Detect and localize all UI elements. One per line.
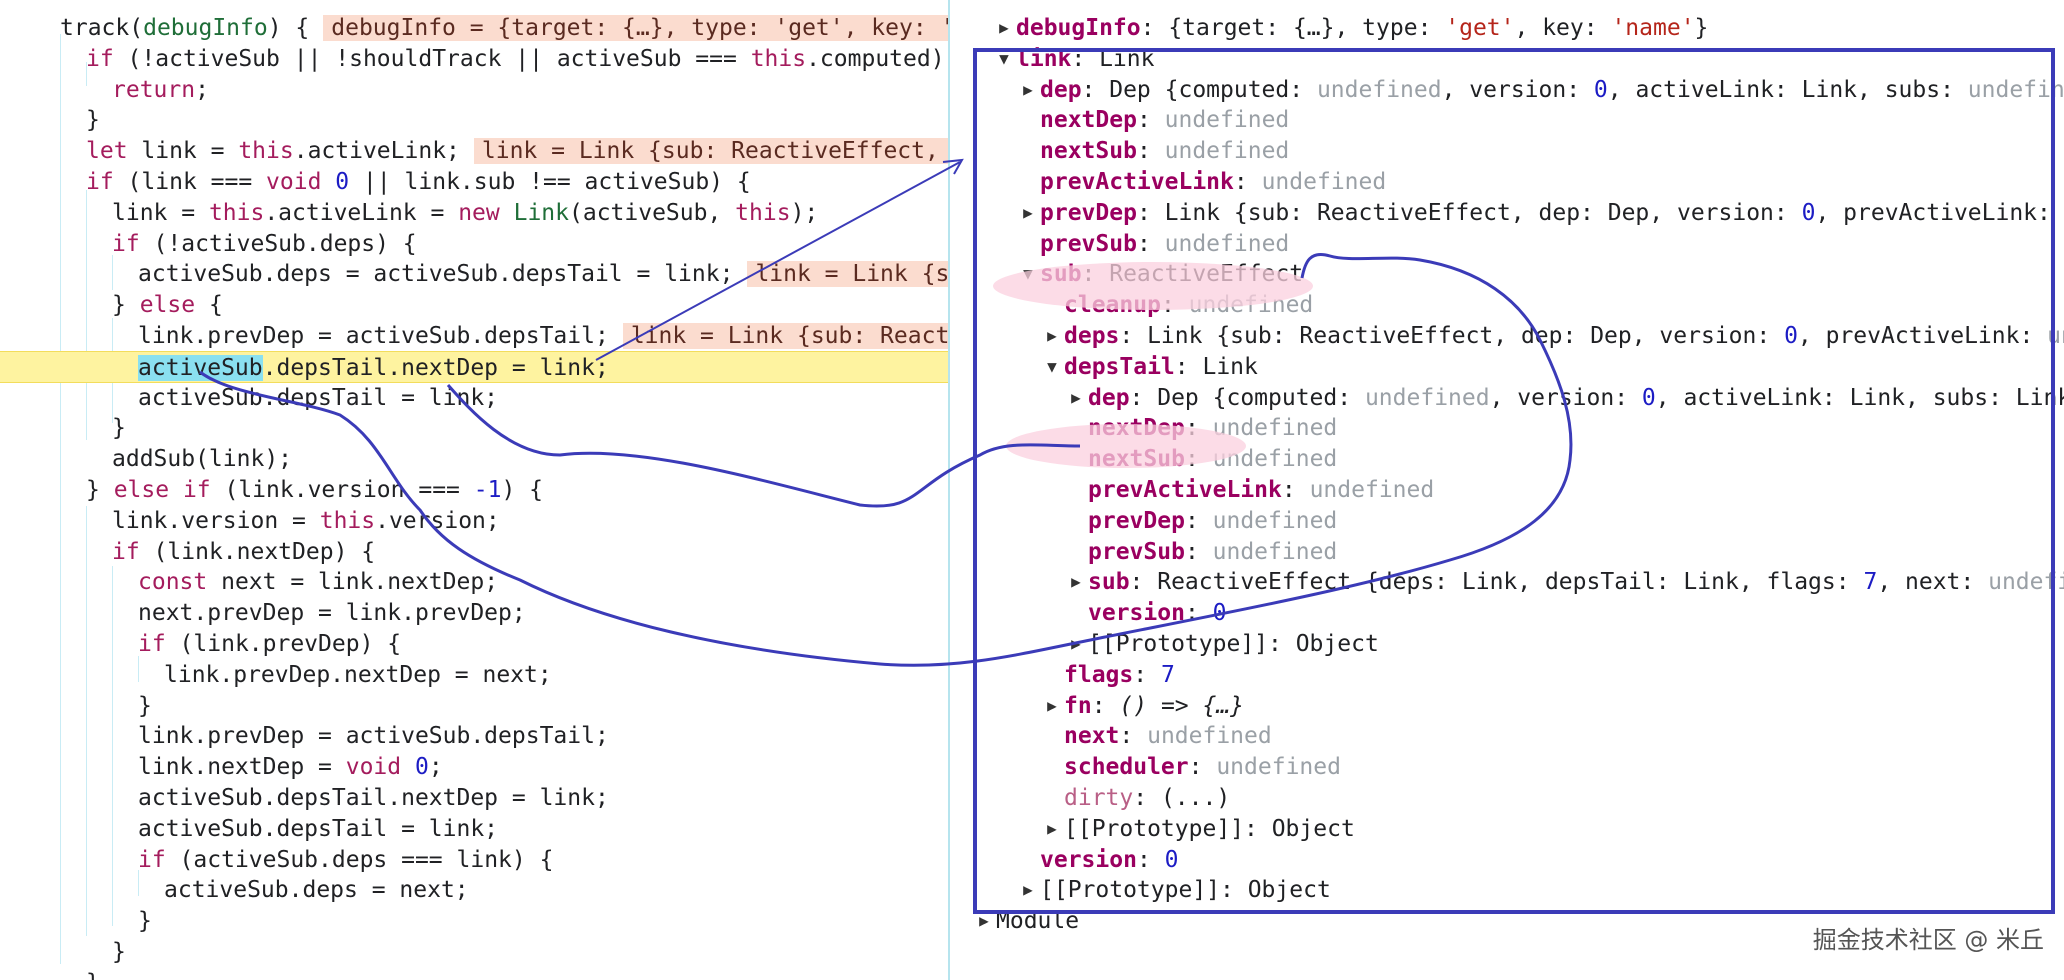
code-line[interactable]: } <box>0 690 948 722</box>
expand-triangle-icon: ▶ <box>1023 202 1033 222</box>
scope-tree-row: prevSub: undefined <box>1088 538 1338 565</box>
scope-tree-row: nextSub: undefined <box>1040 138 1290 165</box>
expand-triangle-icon: ▶ <box>1023 880 1033 900</box>
scope-tree-row: nextDep: undefined <box>1040 107 1290 134</box>
scope-tree-row: nextDep: undefined <box>1088 415 1338 442</box>
code-line[interactable]: } <box>0 905 948 937</box>
expand-triangle-icon: ▶ <box>1023 79 1033 99</box>
code-line[interactable]: activeSub.depsTail.nextDep = link; <box>0 782 948 814</box>
scope-tree-row[interactable]: ▶ [[Prototype]]: Object <box>950 628 2064 660</box>
code-line[interactable]: } <box>0 967 948 980</box>
scope-tree-row: version: 0 <box>1040 846 1179 873</box>
code-line[interactable]: } else { <box>0 289 948 321</box>
expand-triangle-icon: ▶ <box>1071 387 1081 407</box>
scope-tree-row: flags: 7 <box>1064 661 1175 688</box>
scope-tree-row: dirty: (...) <box>1064 785 1231 811</box>
scope-tree-row: nextSub: undefined <box>1088 446 1338 473</box>
code-line[interactable]: } <box>0 412 948 444</box>
code-line[interactable]: link.prevDep = activeSub.depsTail; <box>0 720 948 752</box>
code-line[interactable]: } else if (link.version === -1) { <box>0 474 948 506</box>
scope-tree-row[interactable]: ▶ [[Prototype]]: Object <box>950 874 2064 906</box>
code-line[interactable]: link.prevDep = activeSub.depsTail; link =… <box>0 320 948 352</box>
code-line[interactable]: if (!activeSub || !shouldTrack || active… <box>0 43 948 75</box>
code-line[interactable]: next.prevDep = link.prevDep; <box>0 597 948 629</box>
code-line[interactable]: activeSub.depsTail = link; <box>0 813 948 845</box>
code-line[interactable]: link.prevDep.nextDep = next; <box>0 659 948 691</box>
code-line[interactable]: activeSub.deps = next; <box>0 874 948 906</box>
scope-tree-row[interactable]: ▶ dep: Dep {computed: undefined, version:… <box>950 382 2064 414</box>
scope-tree-row[interactable]: ▶ deps: Link {sub: ReactiveEffect, dep: D… <box>950 320 2064 352</box>
code-line[interactable]: } <box>0 936 948 968</box>
scope-tree-row[interactable]: ▼ sub: ReactiveEffect <box>950 258 2064 290</box>
scope-tree-row: prevActiveLink: undefined <box>1088 477 1435 503</box>
expand-triangle-icon: ▶ <box>1047 818 1057 838</box>
expand-triangle-icon: ▶ <box>1047 326 1057 345</box>
scope-tree-row[interactable]: ▶ debugInfo: {target: {…}, type: 'get', k… <box>950 12 2064 44</box>
code-line[interactable]: } <box>0 104 948 136</box>
scope-tree-row[interactable]: ▶ dep: Dep {computed: undefined, version:… <box>950 74 2064 106</box>
expand-triangle-icon: ▶ <box>1071 572 1081 592</box>
expand-triangle-icon: ▶ <box>999 18 1009 37</box>
scope-tree-row[interactable]: ▶ sub: ReactiveEffect {deps: Link, depsTa… <box>950 566 2064 598</box>
collapse-triangle-icon: ▼ <box>999 48 1009 68</box>
expand-triangle-icon: ▶ <box>979 911 989 931</box>
code-line[interactable]: activeSub.deps = activeSub.depsTail = li… <box>0 258 948 290</box>
code-line[interactable]: link.version = this.version; <box>0 505 948 537</box>
expand-triangle-icon: ▶ <box>1047 695 1057 715</box>
watermark: 掘金技术社区 @ 米丘 <box>1812 926 2044 954</box>
code-line[interactable]: if (link.prevDep) { <box>0 628 948 660</box>
scope-tree-row: scheduler: undefined <box>1064 754 1341 781</box>
scope-tree-row[interactable]: ▼ depsTail: Link <box>950 351 2064 383</box>
scope-tree-row: next: undefined <box>1064 723 1272 750</box>
source-code-pane[interactable]: track(debugInfo) {debugInfo = {target: {… <box>0 0 948 980</box>
scope-tree-row[interactable]: ▶ [[Prototype]]: Object <box>950 813 2064 845</box>
code-line[interactable]: link = this.activeLink = new Link(active… <box>0 197 948 229</box>
scope-tree-row[interactable]: ▶ fn: () => {…} <box>950 690 2064 722</box>
scope-pane[interactable]: ▶ debugInfo: {target: {…}, type: 'get', k… <box>950 0 2064 980</box>
code-line[interactable]: return; <box>0 74 948 106</box>
scope-tree-row: cleanup: undefined <box>1064 292 1314 319</box>
code-line-current[interactable]: activeSub.depsTail.nextDep = link; <box>0 350 948 383</box>
scope-tree-row: prevActiveLink: undefined <box>1040 169 1387 195</box>
code-line[interactable]: if (link === void 0 || link.sub !== acti… <box>0 166 948 198</box>
collapse-triangle-icon: ▼ <box>1047 356 1057 376</box>
scope-tree-row: version: 0 <box>1088 600 1227 627</box>
code-line[interactable]: addSub(link); <box>0 443 948 475</box>
code-line[interactable]: let link = this.activeLink; link = Link {… <box>0 135 948 167</box>
scope-tree-row: prevSub: undefined <box>1040 230 1290 257</box>
scope-tree-row[interactable]: ▶ prevDep: Link {sub: ReactiveEffect, dep… <box>950 197 2064 229</box>
scope-tree-row: prevDep: undefined <box>1088 507 1338 534</box>
scope-tree-row[interactable]: ▼ link: Link <box>950 43 2064 75</box>
code-line[interactable]: if (!activeSub.deps) { <box>0 228 948 260</box>
code-line[interactable]: const next = link.nextDep; <box>0 566 948 598</box>
code-line[interactable]: track(debugInfo) {debugInfo = {target: {… <box>0 12 948 44</box>
collapse-triangle-icon: ▼ <box>1023 264 1033 284</box>
code-line[interactable]: activeSub.depsTail = link; <box>0 382 948 414</box>
code-line[interactable]: link.nextDep = void 0; <box>0 751 948 783</box>
expand-triangle-icon: ▶ <box>1071 634 1081 653</box>
code-line[interactable]: if (link.nextDep) { <box>0 536 948 568</box>
code-line[interactable]: if (activeSub.deps === link) { <box>0 844 948 876</box>
